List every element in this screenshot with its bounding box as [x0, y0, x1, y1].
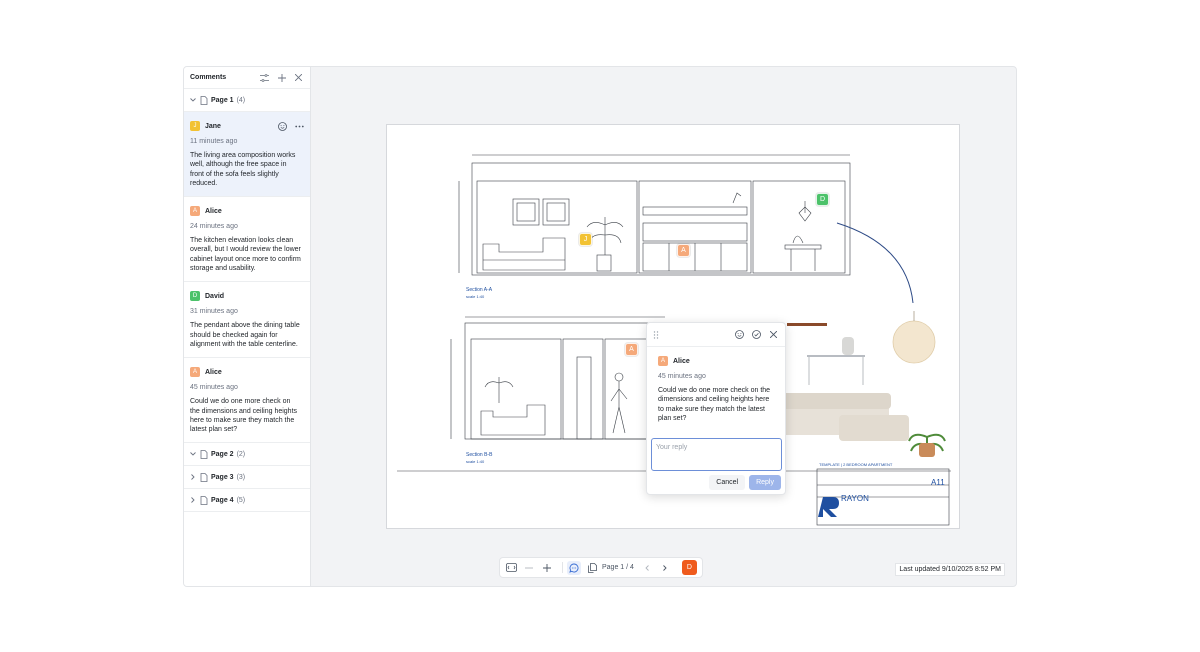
page-name: Page 3	[211, 473, 234, 481]
comments-title: Comments	[190, 74, 227, 81]
zoom-in-icon[interactable]	[540, 561, 554, 575]
comment-author: Jane	[205, 122, 221, 130]
page-name: Page 2	[211, 450, 234, 458]
user-avatar[interactable]: D	[681, 560, 697, 575]
close-icon[interactable]	[768, 329, 779, 340]
reply-button[interactable]: Reply	[749, 475, 781, 490]
close-icon[interactable]	[293, 72, 304, 83]
avatar: A	[658, 356, 668, 366]
comment-item[interactable]: A Alice 24 minutes ago The kitchen eleva…	[184, 197, 310, 283]
brand-name: RAYON	[841, 494, 869, 503]
reply-input[interactable]: Your reply	[651, 438, 782, 471]
comment-text: Could we do one more check on the dimens…	[190, 398, 298, 434]
chevron-right-icon	[189, 473, 197, 481]
comment-time: 45 minutes ago	[658, 373, 706, 380]
page-group-4[interactable]: Page 4 (5)	[184, 489, 310, 513]
page-count: (2)	[236, 450, 246, 458]
cancel-button[interactable]: Cancel	[709, 475, 746, 490]
page-group-1[interactable]: Page 1 (4)	[184, 89, 310, 112]
comment-time: 31 minutes ago	[190, 308, 238, 316]
avatar: D	[190, 291, 200, 302]
section-b-scale: scale 1:40	[466, 459, 485, 464]
page-group-3[interactable]: Page 3 (3)	[184, 466, 310, 490]
page-group-2[interactable]: Page 2 (2)	[184, 443, 310, 467]
section-a-scale: scale 1:40	[466, 294, 485, 299]
avatar: A	[190, 206, 200, 217]
comments-header: Comments	[184, 67, 310, 89]
last-updated-status: Last updated 9/10/2025 8:52 PM	[895, 563, 1005, 576]
section-b-label: Section B-B	[466, 452, 493, 458]
pages-icon[interactable]	[585, 561, 599, 575]
titleblock-template: TEMPLATE | 2 BEDROOM APARTMENT	[819, 462, 893, 467]
chevron-right-icon	[189, 496, 197, 504]
app-window: Comments Page 1 (4) J Jane 11 minutes ag…	[183, 66, 1017, 587]
comment-text: The kitchen elevation looks clean overal…	[190, 237, 301, 273]
next-page-icon[interactable]	[658, 561, 672, 575]
chevron-down-icon	[189, 96, 197, 104]
comment-author: Alice	[205, 368, 222, 376]
page-count: (5)	[236, 496, 246, 504]
page-indicator: Page 1 / 4	[602, 564, 634, 571]
comment-pin[interactable]: A	[625, 343, 638, 356]
document-icon	[200, 473, 208, 482]
more-icon[interactable]	[294, 121, 304, 131]
page-count: (3)	[236, 473, 246, 481]
page-name: Page 4	[211, 496, 234, 504]
comments-toggle-icon[interactable]	[567, 560, 581, 575]
chevron-down-icon	[189, 450, 197, 458]
emoji-icon[interactable]	[277, 121, 287, 131]
resolve-check-icon[interactable]	[751, 329, 762, 340]
page-count: (4)	[236, 96, 246, 104]
comment-text: Could we do one more check on the dimens…	[658, 387, 771, 422]
comment-item[interactable]: A Alice 45 minutes ago Could we do one m…	[184, 358, 310, 444]
comment-author: Alice	[673, 357, 690, 365]
avatar: J	[190, 121, 200, 131]
document-icon	[200, 95, 208, 105]
comment-pin[interactable]: A	[677, 244, 690, 257]
comment-item[interactable]: D David 31 minutes ago The pendant above…	[184, 282, 310, 359]
comments-sidebar: Comments Page 1 (4) J Jane 11 minutes ag…	[184, 67, 311, 586]
document-icon	[200, 450, 208, 459]
comment-text: The living area composition works well, …	[190, 152, 296, 187]
drag-handle-icon[interactable]	[653, 330, 659, 339]
comment-time: 24 minutes ago	[190, 223, 238, 231]
comment-popover: A Alice 45 minutes ago Could we do one m…	[646, 322, 786, 495]
titleblock-sheet: A11	[931, 478, 945, 487]
comment-text: The pendant above the dining table shoul…	[190, 322, 300, 348]
add-icon[interactable]	[276, 72, 287, 83]
comment-item[interactable]: J Jane 11 minutes ago The living area co…	[184, 112, 310, 198]
fit-screen-icon[interactable]	[504, 561, 518, 575]
page-name: Page 1	[211, 96, 234, 104]
emoji-icon[interactable]	[734, 329, 745, 340]
document-icon	[200, 496, 208, 505]
prev-page-icon[interactable]	[640, 561, 654, 575]
comment-time: 45 minutes ago	[190, 384, 238, 392]
comment-pin[interactable]: J	[579, 233, 592, 246]
comment-author: David	[205, 292, 225, 300]
zoom-out-icon[interactable]	[522, 561, 536, 575]
section-a-label: Section A-A	[466, 287, 493, 293]
bottom-toolbar: Page 1 / 4 D	[499, 557, 703, 578]
comment-time: 11 minutes ago	[190, 138, 238, 145]
filter-icon[interactable]	[259, 72, 270, 83]
comment-author: Alice	[205, 207, 222, 215]
avatar: A	[190, 367, 200, 378]
comment-pin[interactable]: D	[816, 193, 829, 206]
